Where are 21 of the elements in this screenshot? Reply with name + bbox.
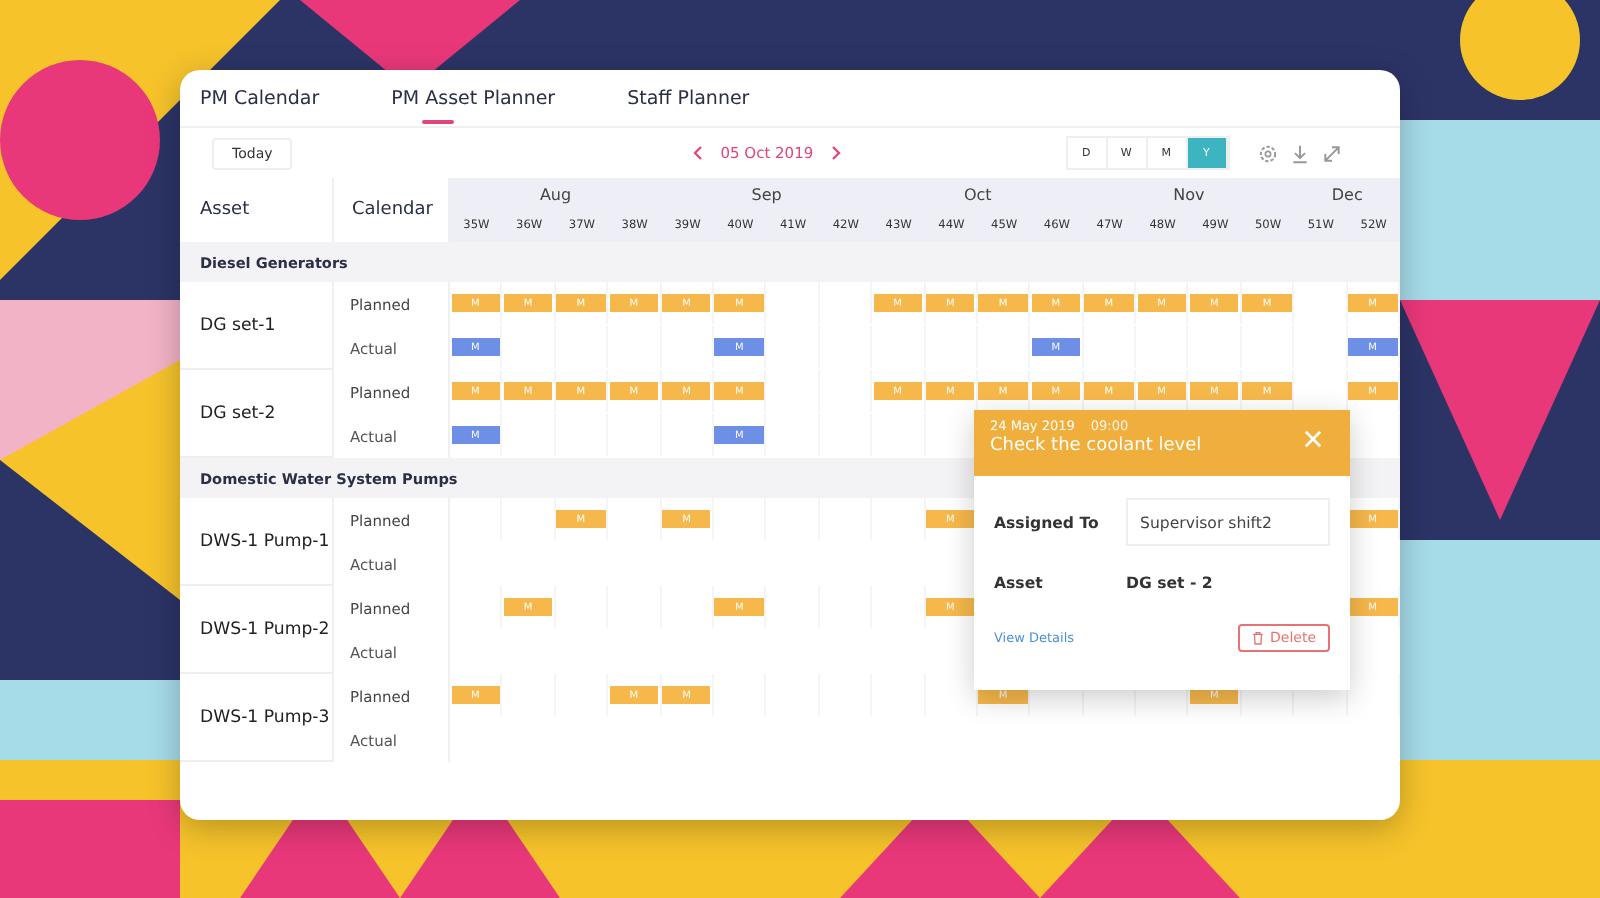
tab[interactable]: PM Calendar [200,70,320,126]
tab[interactable]: PM Asset Planner [391,70,556,126]
asset-name: DG set-1 [180,282,334,370]
asset-name: DWS-1 Pump-1 [180,498,334,586]
trash-icon [1252,630,1264,646]
close-icon[interactable] [1304,430,1322,448]
expand-icon[interactable] [1321,143,1342,163]
settings-icon[interactable] [1257,143,1278,163]
download-icon[interactable] [1289,143,1310,163]
chevron-left-icon[interactable] [692,144,705,162]
asset-name: DWS-1 Pump-3 [180,674,334,762]
column-heading: Asset [180,178,334,242]
month-heading: Dec [1294,178,1400,210]
chevron-right-icon[interactable] [829,144,842,162]
asset-name: DWS-1 Pump-2 [180,586,334,674]
month-heading: Sep [661,178,873,210]
month-heading: Aug [450,178,662,210]
tab[interactable]: Staff Planner [627,70,750,126]
month-heading: Nov [1083,178,1295,210]
month-heading: Oct [872,178,1084,210]
event-title: Check the coolant level [990,436,1202,456]
